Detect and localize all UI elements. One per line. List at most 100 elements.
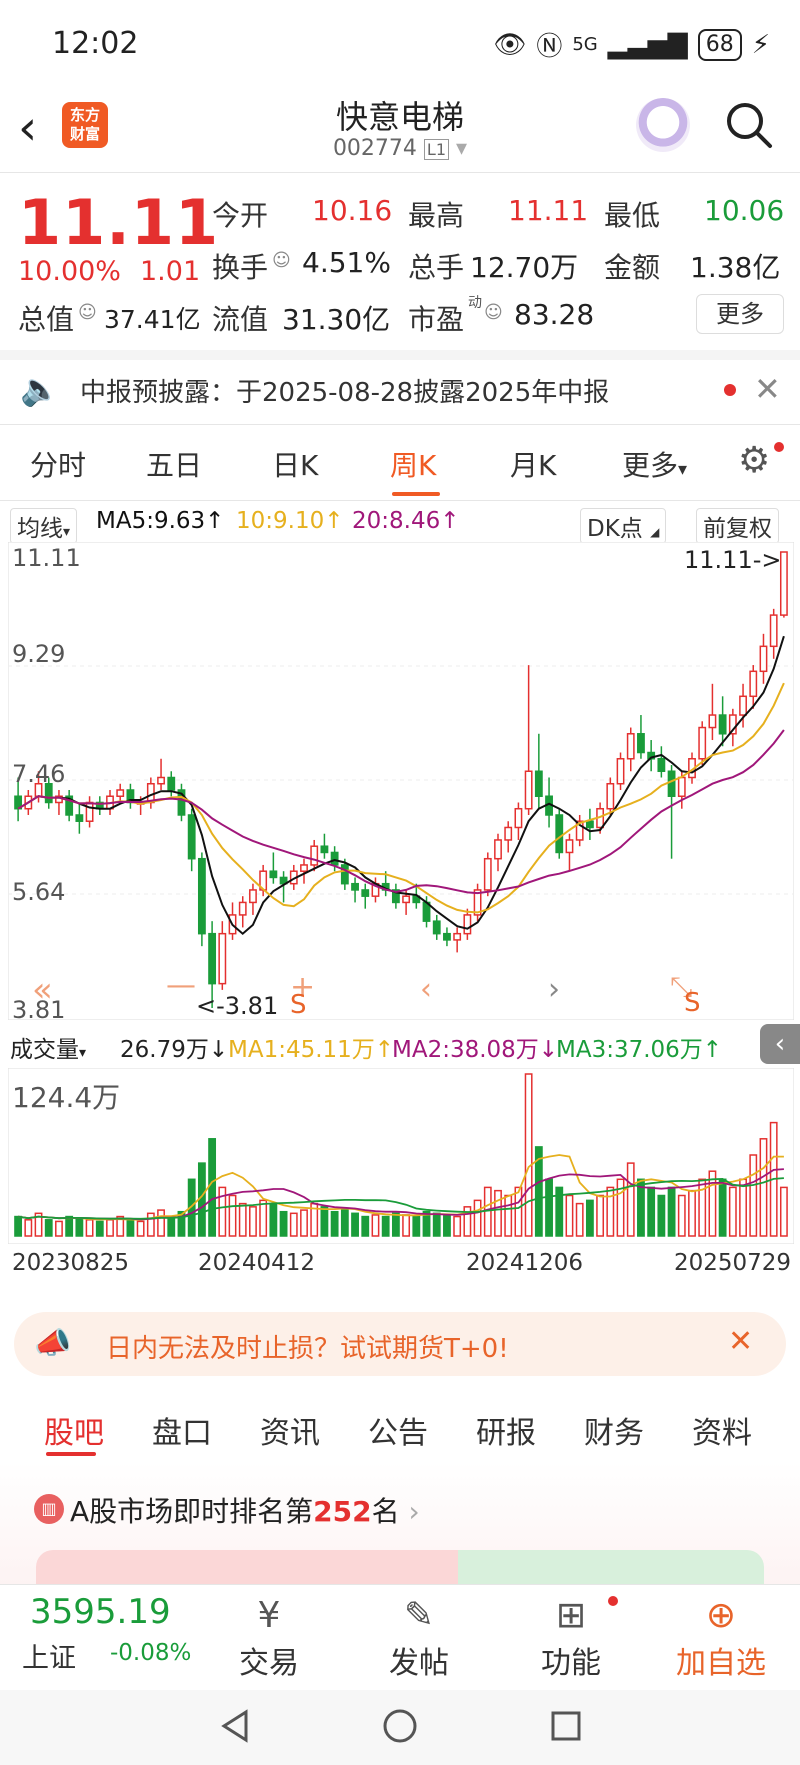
turnover-value: 4.51%: [302, 246, 391, 279]
dk-point-button[interactable]: DK点 ◢: [580, 508, 667, 544]
candle: [524, 770, 533, 810]
change-percent: 10.00%: [18, 256, 121, 287]
info-icon[interactable]: ☺: [484, 302, 503, 323]
volume-bar: [14, 1215, 23, 1237]
index-name[interactable]: 上证: [22, 1636, 76, 1675]
index-value[interactable]: 3595.19: [30, 1592, 171, 1632]
volume-bar: [126, 1219, 135, 1237]
candle: [483, 857, 492, 891]
collapse-icon[interactable]: ‹: [760, 1024, 800, 1064]
volume-value: 12.70万: [470, 251, 579, 284]
plus-circle-icon: ⊕: [705, 1595, 737, 1636]
assistant-robot-icon[interactable]: [636, 98, 690, 152]
divider: [0, 500, 800, 501]
candle: [626, 733, 635, 760]
volume-bar: [473, 1199, 482, 1237]
tab-intraday[interactable]: 分时: [30, 444, 86, 484]
chevron-down-icon: ▾: [456, 136, 468, 161]
unread-dot: [724, 384, 736, 396]
gear-icon[interactable]: ⚙: [738, 440, 770, 481]
volume-bar: [300, 1209, 308, 1237]
volume-bar: [667, 1186, 676, 1237]
vol-ma1: MA1:45.11万↑: [228, 1037, 395, 1063]
candle: [759, 645, 768, 673]
info-icon[interactable]: ☺: [78, 302, 97, 323]
ma-selector-label: 均线: [17, 516, 63, 542]
volume-selector[interactable]: 成交量▾: [10, 1030, 86, 1064]
volume-bar: [443, 1214, 451, 1237]
network-label: 5G: [572, 34, 598, 55]
candle: [657, 758, 666, 773]
yen-icon: ¥: [257, 1595, 281, 1636]
trade-button[interactable]: ¥ 交易: [214, 1594, 324, 1682]
post-button[interactable]: ✎ 发帖: [364, 1594, 474, 1682]
close-icon[interactable]: ✕: [728, 1324, 753, 1359]
nav-back-icon[interactable]: [216, 1706, 256, 1746]
candle: [504, 826, 513, 841]
tab-weekly-k[interactable]: 周K: [390, 444, 436, 484]
candle: [494, 839, 502, 860]
tab-financials[interactable]: 财务: [584, 1408, 644, 1452]
more-button[interactable]: 更多: [696, 294, 784, 334]
volume-bar: [688, 1189, 696, 1237]
nav-home-icon[interactable]: [380, 1706, 420, 1746]
candle: [320, 845, 329, 854]
promo-text[interactable]: 日内无法及时止损？试试期货T+0!: [106, 1328, 509, 1365]
corner-icon: ◢: [650, 525, 660, 539]
notice-text[interactable]: 中报预披露：于2025-08-28披露2025年中报: [80, 372, 609, 409]
candle: [300, 864, 308, 872]
tab-order-book[interactable]: 盘口: [152, 1408, 212, 1452]
candle: [432, 920, 441, 935]
tab-profile[interactable]: 资料: [692, 1408, 752, 1452]
y-tick-label: 9.29: [12, 640, 66, 668]
volume-bar: [494, 1189, 502, 1237]
chevron-down-icon: ▾: [678, 459, 688, 480]
candlestick-chart[interactable]: [8, 542, 794, 1020]
high-label: 最高: [408, 199, 465, 232]
close-icon[interactable]: ✕: [754, 370, 781, 408]
tab-five-day[interactable]: 五日: [146, 444, 202, 484]
volume-bar: [514, 1186, 523, 1237]
mktcap-label: 总值: [18, 303, 75, 336]
candle: [187, 814, 196, 860]
nav-recents-icon[interactable]: [546, 1706, 586, 1746]
add-watchlist-button[interactable]: ⊕ 加自选: [666, 1594, 776, 1682]
ma-selector[interactable]: 均线▾: [10, 508, 78, 544]
volume-bar: [75, 1217, 84, 1237]
candle: [698, 726, 707, 760]
divider: [0, 350, 800, 360]
tab-news[interactable]: 资讯: [260, 1408, 320, 1452]
dk-label: DK点: [587, 516, 643, 542]
candle: [779, 551, 788, 616]
volume-chart[interactable]: [8, 1068, 794, 1244]
open-value: 10.16: [312, 194, 393, 227]
candle: [116, 789, 125, 797]
tab-daily-k[interactable]: 日K: [272, 444, 318, 484]
tab-announcements[interactable]: 公告: [368, 1408, 428, 1452]
rank-text[interactable]: A股市场即时排名第252名 ›: [70, 1490, 420, 1530]
sentiment-bar[interactable]: [36, 1550, 764, 1584]
volume-bar: [739, 1178, 747, 1237]
tab-more[interactable]: 更多▾: [622, 444, 687, 484]
low-label: 最低: [604, 199, 661, 232]
tab-research[interactable]: 研报: [476, 1408, 536, 1452]
chevron-right-icon[interactable]: ›: [548, 972, 560, 1007]
tab-forum[interactable]: 股吧: [44, 1408, 104, 1452]
pe-label: 市盈: [408, 303, 465, 336]
minus-icon[interactable]: —: [166, 968, 196, 1003]
search-icon[interactable]: [724, 100, 774, 150]
x-tick-label: 20240412: [198, 1250, 316, 1276]
chevron-left-icon[interactable]: ‹: [420, 972, 432, 1007]
vol-ma2: MA2:38.08万↓: [392, 1037, 559, 1063]
market-tag: L1: [423, 139, 450, 160]
candle: [351, 882, 359, 891]
adjust-button[interactable]: 前复权: [696, 508, 779, 544]
info-icon[interactable]: ☺: [272, 250, 291, 271]
volume-bar: [85, 1219, 94, 1237]
pe-value: 83.28: [514, 298, 595, 331]
x-tick-label: 20241206: [466, 1250, 584, 1276]
y-tick-label: 5.64: [12, 878, 66, 906]
zoom-out-icon[interactable]: «: [32, 970, 53, 1010]
function-button[interactable]: ⊞ 功能: [516, 1594, 626, 1682]
tab-monthly-k[interactable]: 月K: [510, 444, 556, 484]
